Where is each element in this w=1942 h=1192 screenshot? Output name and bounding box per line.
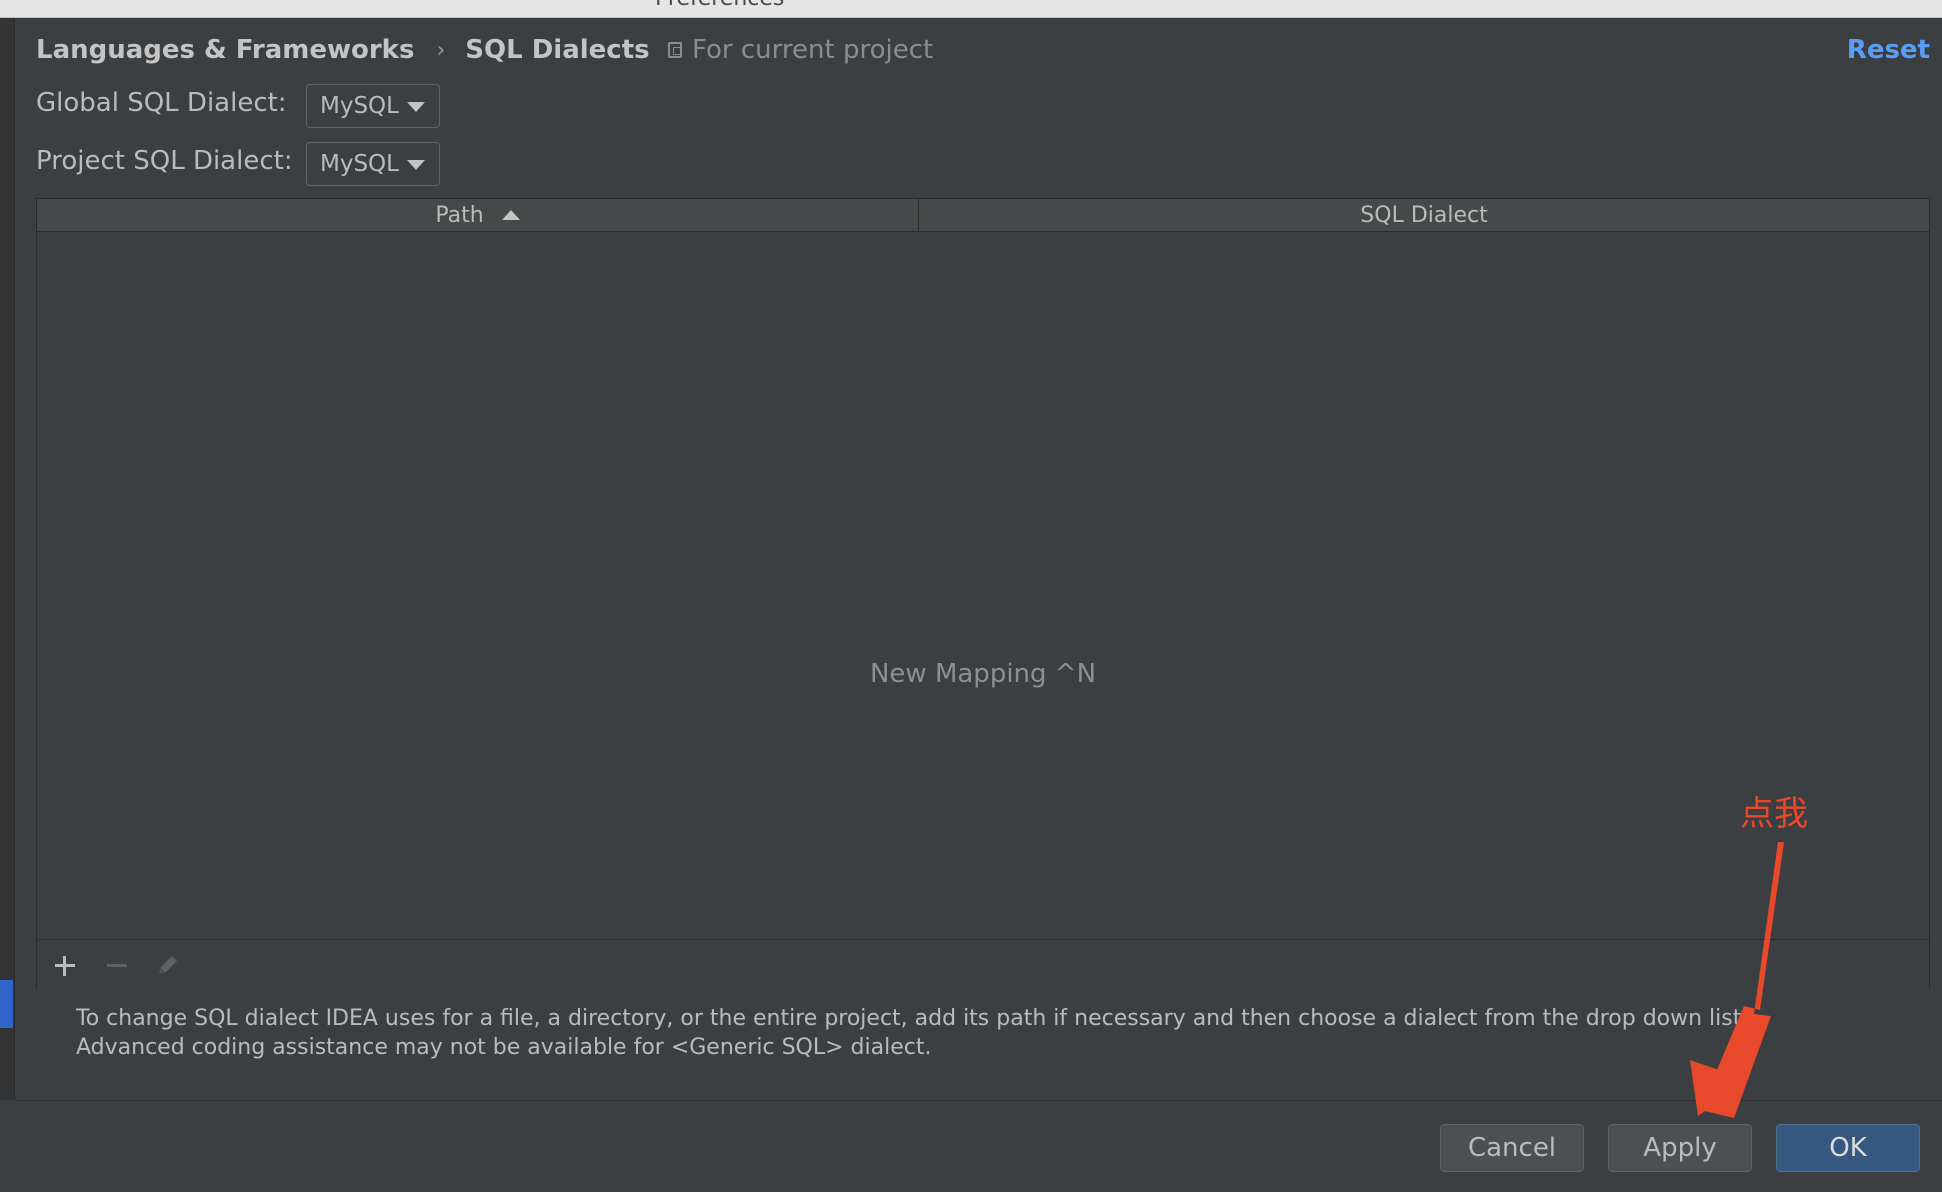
cancel-button[interactable]: Cancel: [1440, 1124, 1584, 1172]
dialect-mapping-table[interactable]: Path SQL Dialect New Mapping ^N: [36, 198, 1930, 990]
column-header-sql-dialect[interactable]: SQL Dialect: [919, 199, 1929, 231]
global-dialect-select[interactable]: MySQL: [306, 84, 440, 128]
project-dialect-label: Project SQL Dialect:: [36, 146, 293, 176]
project-dialect-select[interactable]: MySQL: [306, 142, 440, 186]
reset-link[interactable]: Reset: [1830, 32, 1930, 68]
window-title: Preferences: [655, 0, 784, 11]
project-dialect-value: MySQL: [320, 151, 399, 177]
settings-tree-edge: [0, 18, 15, 1100]
sort-ascending-icon: [501, 210, 520, 220]
table-toolbar: [37, 939, 1929, 990]
breadcrumb-parent[interactable]: Languages & Frameworks: [36, 35, 414, 65]
annotation-label: 点我: [1740, 794, 1808, 834]
project-scope-icon: [668, 42, 682, 58]
global-dialect-value: MySQL: [320, 93, 399, 119]
scope-indicator: For current project: [668, 32, 933, 68]
chevron-down-icon: [407, 160, 425, 170]
apply-button[interactable]: Apply: [1608, 1124, 1752, 1172]
empty-table-hint[interactable]: New Mapping ^N: [37, 659, 1929, 689]
minus-icon[interactable]: [101, 950, 131, 980]
breadcrumb: Languages & Frameworks › SQL Dialects: [36, 32, 650, 68]
plus-icon[interactable]: [49, 950, 79, 980]
selected-tree-item-marker: [0, 980, 13, 1028]
annotation-arrow-icon: [1690, 842, 1784, 1118]
table-header: Path SQL Dialect: [37, 199, 1929, 232]
footer-divider: [14, 1100, 1942, 1101]
breadcrumb-current: SQL Dialects: [465, 35, 650, 65]
global-dialect-label: Global SQL Dialect:: [36, 88, 287, 118]
pencil-icon[interactable]: [153, 950, 183, 980]
window-title-bar: Preferences: [0, 0, 1942, 18]
chevron-right-icon: ›: [436, 37, 446, 63]
pencil-icon-svg: [159, 956, 177, 974]
chevron-down-icon: [407, 102, 425, 112]
column-header-path[interactable]: Path: [37, 199, 919, 231]
help-description: To change SQL dialect IDEA uses for a fi…: [76, 1006, 1749, 1060]
scope-label: For current project: [692, 35, 934, 65]
ok-button[interactable]: OK: [1776, 1124, 1920, 1172]
